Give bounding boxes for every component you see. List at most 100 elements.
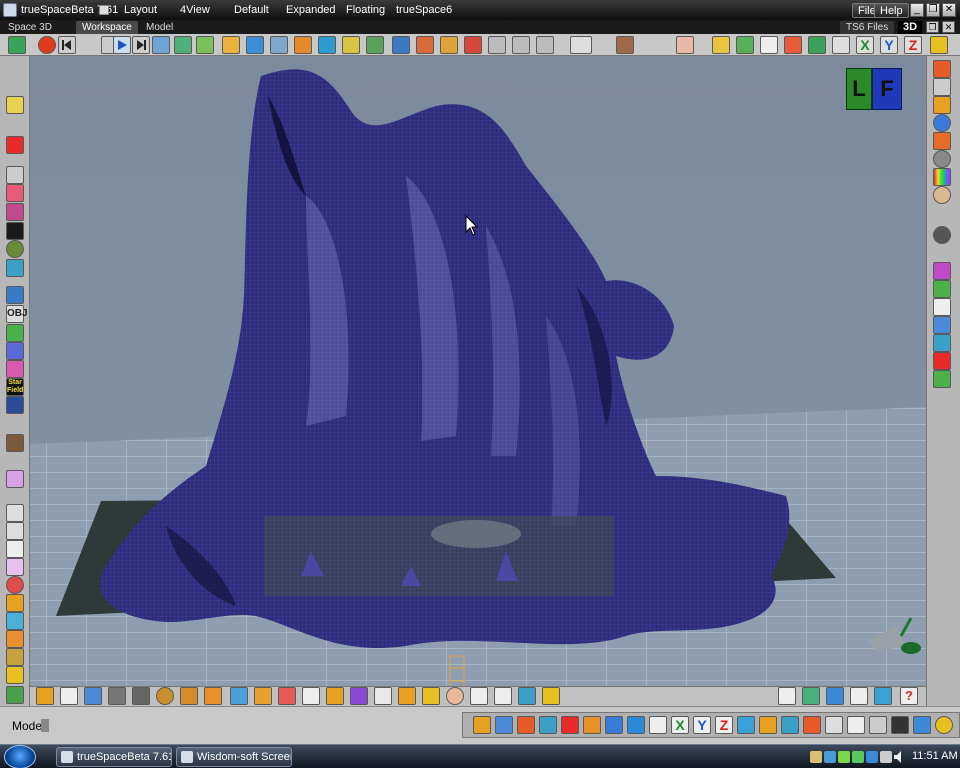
checker-icon[interactable] xyxy=(374,687,392,705)
grid-icon[interactable] xyxy=(933,316,951,334)
object-axis-y-button[interactable]: Y xyxy=(693,716,711,734)
move-icon[interactable] xyxy=(464,36,482,54)
ruler-icon[interactable] xyxy=(230,687,248,705)
lasso-select-icon[interactable] xyxy=(6,504,24,522)
play-icon[interactable] xyxy=(113,36,131,54)
object-frame-icon[interactable] xyxy=(825,716,843,734)
workspace-floating[interactable]: Floating xyxy=(346,4,385,16)
cone-icon[interactable] xyxy=(6,558,24,576)
pen-icon[interactable] xyxy=(933,298,951,316)
ts6-files-button[interactable]: TS6 Files xyxy=(840,21,895,34)
texture-icon[interactable] xyxy=(933,78,951,96)
add-material-icon[interactable] xyxy=(933,114,951,132)
tab-model[interactable]: Model xyxy=(140,21,179,34)
key-icon[interactable] xyxy=(422,687,440,705)
object-rotate-icon[interactable] xyxy=(495,716,513,734)
portrait-icon[interactable] xyxy=(616,36,634,54)
tray-icon[interactable] xyxy=(810,751,822,763)
bones-icon[interactable] xyxy=(470,687,488,705)
table-icon[interactable] xyxy=(826,687,844,705)
rewind-icon[interactable] xyxy=(58,36,76,54)
network-icon[interactable] xyxy=(866,751,878,763)
record-icon[interactable] xyxy=(38,36,56,54)
select-arrow-icon[interactable] xyxy=(778,687,796,705)
refresh-icon[interactable] xyxy=(6,686,24,704)
sphere-tool-icon[interactable] xyxy=(60,687,78,705)
restore-button[interactable]: ❐ xyxy=(926,3,940,17)
bubbles-icon[interactable] xyxy=(933,132,951,150)
object-axis-z-button[interactable]: Z xyxy=(715,716,733,734)
object-cube-icon[interactable] xyxy=(6,286,24,304)
scene-icon[interactable] xyxy=(270,36,288,54)
object-axis-x-button[interactable]: X xyxy=(671,716,689,734)
workspace-4view[interactable]: 4View xyxy=(180,4,210,16)
all-axes-icon[interactable] xyxy=(930,36,948,54)
orb-icon[interactable] xyxy=(156,687,174,705)
lightbulb-icon[interactable] xyxy=(6,96,24,114)
edit-icon[interactable] xyxy=(933,370,951,388)
camera-icon[interactable] xyxy=(570,36,592,54)
arrow-down-icon[interactable] xyxy=(536,36,554,54)
layer-icon[interactable] xyxy=(802,687,820,705)
rope-icon[interactable] xyxy=(6,522,24,540)
axis-z-button[interactable]: Z xyxy=(904,36,922,54)
brain-icon[interactable] xyxy=(676,36,694,54)
palette-icon[interactable] xyxy=(302,687,320,705)
fabric-icon[interactable] xyxy=(6,203,24,221)
brush-icon[interactable] xyxy=(6,666,24,684)
object-link-icon[interactable] xyxy=(561,716,579,734)
tray-icon[interactable] xyxy=(838,751,850,763)
object-monitor-icon[interactable] xyxy=(891,716,909,734)
sphere-icon[interactable] xyxy=(318,36,336,54)
start-button[interactable] xyxy=(4,745,36,768)
taskbar-item-wisdom-soft[interactable]: Wisdom-soft Screen... xyxy=(176,747,292,767)
snap-icon[interactable] xyxy=(440,36,458,54)
tab-space-3d[interactable]: Space 3D xyxy=(2,21,58,34)
object-gear-icon[interactable] xyxy=(803,716,821,734)
box-icon[interactable] xyxy=(6,630,24,648)
workspace-default[interactable]: Default xyxy=(234,4,269,16)
rotate-icon[interactable] xyxy=(392,36,410,54)
object-window-icon[interactable] xyxy=(913,716,931,734)
view-3d-button[interactable]: 3D xyxy=(898,21,922,34)
wave-icon[interactable] xyxy=(350,687,368,705)
undo-arrow-icon[interactable] xyxy=(488,36,506,54)
object-tool-icon[interactable] xyxy=(8,36,26,54)
folder-icon[interactable] xyxy=(712,36,730,54)
object-move-icon[interactable] xyxy=(473,716,491,734)
object-cube-tool-icon[interactable] xyxy=(627,716,645,734)
hammer-icon[interactable] xyxy=(254,687,272,705)
camera-path-icon[interactable] xyxy=(326,687,344,705)
magnet-icon[interactable] xyxy=(933,352,951,370)
graph-icon[interactable] xyxy=(518,687,536,705)
workspace-menu-button[interactable] xyxy=(99,5,109,15)
stone-icon[interactable] xyxy=(108,687,126,705)
bucket-icon[interactable] xyxy=(84,687,102,705)
square-icon[interactable] xyxy=(760,36,778,54)
minimize-button[interactable]: _ xyxy=(910,3,924,17)
tray-icon[interactable] xyxy=(852,751,864,763)
transform-icon[interactable] xyxy=(366,36,384,54)
plane-icon[interactable] xyxy=(6,342,24,360)
light-plan-icon[interactable] xyxy=(6,222,24,240)
color-sphere-icon[interactable] xyxy=(6,576,24,594)
console-icon[interactable] xyxy=(6,166,24,184)
fast-forward-icon[interactable] xyxy=(132,36,150,54)
primitive-icon[interactable] xyxy=(294,36,312,54)
scale-icon[interactable] xyxy=(416,36,434,54)
help-menu[interactable]: Help xyxy=(874,3,909,18)
face-icon[interactable] xyxy=(446,687,464,705)
material-icon[interactable] xyxy=(222,36,240,54)
rock-icon[interactable] xyxy=(132,687,150,705)
metal-sphere-icon[interactable] xyxy=(933,150,951,168)
tab-workspace[interactable]: Workspace xyxy=(76,21,138,34)
workspace-layout[interactable]: Layout xyxy=(124,4,157,16)
cube-icon[interactable] xyxy=(736,36,754,54)
material-shader-icon[interactable] xyxy=(933,60,951,78)
path-icon[interactable] xyxy=(6,324,24,342)
view-close-button[interactable]: ✕ xyxy=(942,21,955,33)
list-icon[interactable] xyxy=(933,280,951,298)
axis-x-button[interactable]: X xyxy=(856,36,874,54)
particles-icon[interactable] xyxy=(6,540,24,558)
pencil-icon[interactable] xyxy=(342,36,360,54)
